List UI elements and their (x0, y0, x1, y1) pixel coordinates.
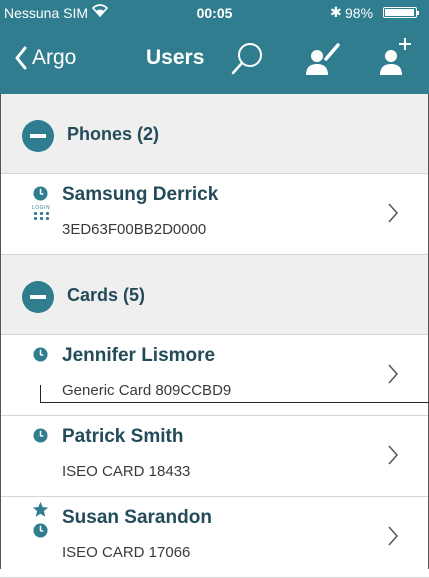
back-label: Argo (32, 46, 77, 69)
chevron-right-icon (388, 364, 399, 384)
device-id: 3ED63F00BB2D0000 (62, 221, 207, 238)
add-user-button[interactable] (378, 36, 412, 76)
annotation-line (40, 385, 41, 403)
section-label: Cards (5) (67, 285, 146, 305)
navigation-bar: Argo Users (0, 26, 429, 94)
status-bar: Nessuna SIM 00:05 ✱ 98% (0, 0, 429, 26)
page-title: Users (146, 46, 205, 69)
bluetooth-icon: ✱ (330, 4, 342, 20)
collapse-minus-icon[interactable] (22, 120, 54, 152)
section-header-phones[interactable]: Phones (2) (0, 94, 429, 174)
star-icon (32, 501, 49, 517)
clock-icon (33, 428, 48, 443)
back-button[interactable]: Argo (14, 46, 76, 70)
screen-edge-left (0, 94, 1, 569)
chevron-right-icon (388, 445, 399, 465)
search-icon (231, 43, 262, 75)
annotation-line (40, 402, 429, 403)
chevron-right-icon (388, 203, 399, 223)
card-id: ISEO CARD 17066 (62, 544, 191, 561)
battery-icon (383, 7, 419, 18)
search-button[interactable] (230, 40, 266, 76)
edit-user-icon (306, 43, 340, 75)
list-item[interactable]: Jennifer Lismore Generic Card 809CCBD9 (0, 335, 429, 416)
list-item[interactable]: Patrick Smith ISEO CARD 18433 (0, 416, 429, 497)
card-id: ISEO CARD 18433 (62, 463, 191, 480)
battery-percent: 98% (345, 5, 374, 21)
edit-user-button[interactable] (304, 42, 342, 76)
user-name: Jennifer Lismore (62, 345, 216, 366)
top-bar: Nessuna SIM 00:05 ✱ 98% Argo Users (0, 0, 429, 94)
list-item[interactable]: LOGIN Samsung Derrick 3ED63F00BB2D0000 (0, 174, 429, 255)
users-list: Phones (2) LOGIN Samsung Derrick 3ED63F0… (0, 94, 429, 578)
card-id: Generic Card 809CCBD9 (62, 382, 232, 399)
collapse-minus-icon[interactable] (22, 281, 54, 313)
login-icon-text: LOGIN (32, 205, 51, 211)
add-user-icon (380, 38, 411, 75)
user-name: Samsung Derrick (62, 184, 219, 205)
chevron-right-icon (388, 526, 399, 546)
section-label: Phones (2) (67, 124, 160, 144)
clock-icon (33, 523, 48, 538)
section-header-cards[interactable]: Cards (5) (0, 255, 429, 335)
clock-icon (33, 347, 48, 362)
chevron-left-icon (15, 46, 27, 70)
clock-icon (33, 186, 48, 201)
user-name: Susan Sarandon (62, 507, 212, 528)
battery-level (385, 9, 415, 16)
user-name: Patrick Smith (62, 426, 184, 447)
list-item[interactable]: Susan Sarandon ISEO CARD 17066 (0, 497, 429, 578)
login-icon: LOGIN (32, 205, 50, 227)
